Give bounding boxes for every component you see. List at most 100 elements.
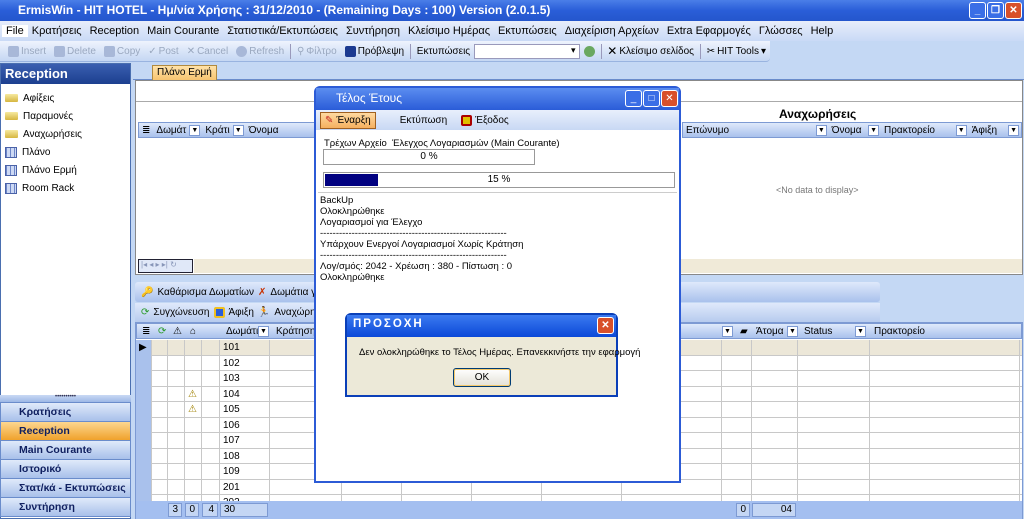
- nav-main-courante[interactable]: Main Courante: [0, 440, 131, 460]
- refresh-button[interactable]: Refresh: [232, 45, 288, 57]
- close-page-label: Κλείσιμο σελίδος: [619, 45, 694, 57]
- menu-day-close[interactable]: Κλείσιμο Ημέρας: [404, 25, 494, 37]
- upper-grid-header: ≣ Δωμάτ ▼ Κράτι ▼ Όνομα: [138, 122, 318, 138]
- cancel-button[interactable]: ✕ Cancel: [183, 46, 233, 57]
- record-navigator[interactable]: |◂ ◂ ▸ ▸| ↻: [138, 259, 193, 273]
- menu-prints[interactable]: Εκτυπώσεις: [494, 25, 561, 37]
- menu-file-management[interactable]: Διαχείριση Αρχείων: [561, 25, 663, 37]
- column-header[interactable]: Άτομα: [753, 326, 787, 337]
- close-page-button[interactable]: ✕ Κλείσιμο σελίδος: [603, 44, 698, 58]
- total-progress-bar: 15 %: [323, 172, 675, 188]
- post-button[interactable]: ✓ Post: [144, 46, 182, 57]
- cancel-label: Cancel: [197, 45, 229, 57]
- tools-icon: ✂: [706, 45, 716, 57]
- filter-button[interactable]: ⚲ Φίλτρο: [293, 46, 341, 57]
- arrival-button[interactable]: Άφιξη: [229, 307, 254, 318]
- column-header[interactable]: Κράτι: [202, 125, 232, 136]
- cell: [752, 402, 798, 418]
- minimize-button[interactable]: _: [625, 90, 642, 107]
- ok-button[interactable]: OK: [453, 368, 511, 387]
- sidebar-item-plan-ermis[interactable]: Πλάνο Ερμή: [1, 161, 130, 179]
- menu-help[interactable]: Help: [807, 25, 838, 37]
- menu-reservations[interactable]: Κρατήσεις: [28, 25, 86, 37]
- column-header[interactable]: Κράτηση: [273, 326, 318, 337]
- progress-fill: [325, 174, 378, 186]
- clean-rooms-button[interactable]: Καθάρισμα Δωματίων: [157, 287, 254, 298]
- hit-tools-button[interactable]: ✂ HIT Tools ▾: [703, 46, 770, 57]
- delete-button[interactable]: Delete: [50, 45, 100, 57]
- footer-count: 0: [736, 503, 750, 517]
- print-go-button[interactable]: [580, 45, 599, 57]
- copy-icon: [103, 45, 115, 57]
- column-header[interactable]: Πρακτορείο: [871, 326, 928, 337]
- chevron-down-icon[interactable]: ▼: [722, 325, 733, 337]
- nav-reception[interactable]: Reception: [0, 421, 131, 441]
- start-button[interactable]: ✎ Έναρξη: [320, 111, 376, 129]
- menu-main-courante[interactable]: Main Courante: [143, 25, 223, 37]
- prints-select[interactable]: [474, 43, 580, 59]
- hit-tools-label: HIT Tools: [717, 45, 759, 57]
- row-indicator: [136, 386, 152, 402]
- sidebar-splitter[interactable]: ••••••••••: [0, 394, 131, 402]
- print-button[interactable]: Εκτύπωση: [396, 113, 451, 128]
- row-indicator: ▶: [136, 340, 152, 356]
- nav-statistics[interactable]: Στατ/κά - Εκτυπώσεις: [0, 478, 131, 498]
- column-header[interactable]: Status: [801, 326, 835, 337]
- menu-file[interactable]: File: [2, 25, 28, 37]
- cleaner-icon: ⚠: [185, 386, 202, 402]
- cell: [870, 386, 1020, 402]
- nav-maintenance[interactable]: Συντήρηση: [0, 497, 131, 517]
- chevron-down-icon[interactable]: ▼: [787, 325, 798, 337]
- cell: [152, 355, 168, 371]
- chevron-down-icon[interactable]: ▼: [855, 325, 866, 337]
- close-button[interactable]: ✕: [661, 90, 678, 107]
- menu-maintenance[interactable]: Συντήρηση: [342, 25, 404, 37]
- sidebar-item-arrivals[interactable]: Αφίξεις: [1, 89, 130, 107]
- current-file-label: Τρέχων Αρχείο: [324, 138, 387, 149]
- chevron-down-icon[interactable]: ▼: [868, 124, 879, 136]
- close-button[interactable]: ✕: [1005, 2, 1022, 19]
- menu-languages[interactable]: Γλώσσες: [755, 25, 807, 37]
- chevron-down-icon[interactable]: ▼: [1008, 124, 1019, 136]
- maximize-button[interactable]: □: [643, 90, 660, 107]
- forecast-button[interactable]: Πρόβλεψη: [341, 45, 408, 57]
- prints-label: Εκτυπώσεις: [416, 45, 471, 57]
- exit-button[interactable]: Έξοδος: [457, 113, 513, 128]
- chevron-down-icon[interactable]: ▼: [189, 124, 201, 136]
- menu-extra[interactable]: Extra Εφαρμογές: [663, 25, 755, 37]
- sidebar-item-room-rack[interactable]: Room Rack: [1, 179, 130, 197]
- column-header[interactable]: Επώνυμο: [683, 125, 816, 136]
- column-header[interactable]: Όνομα: [246, 125, 282, 136]
- nav-history[interactable]: Ιστορικό: [0, 459, 131, 479]
- cell: [168, 479, 185, 495]
- menu-reception[interactable]: Reception: [86, 25, 144, 37]
- column-header[interactable]: Όνομα: [829, 125, 868, 136]
- sidebar-item-plan[interactable]: Πλάνο: [1, 143, 130, 161]
- chevron-down-icon[interactable]: ▼: [955, 124, 967, 136]
- maximize-button[interactable]: ❐: [987, 2, 1004, 19]
- column-header[interactable]: Δωμάτ: [153, 125, 189, 136]
- menu-statistics[interactable]: Στατιστικά/Εκτυπώσεις: [223, 25, 342, 37]
- start-icon: ✎: [325, 114, 334, 126]
- nav-reservations[interactable]: Κρατήσεις: [0, 402, 131, 422]
- log-line: ----------------------------------------…: [320, 228, 507, 239]
- sidebar-item-label: Room Rack: [22, 182, 75, 194]
- column-header[interactable]: Πρακτορείο: [881, 125, 956, 136]
- sidebar-item-departures[interactable]: Αναχωρήσεις: [1, 125, 130, 143]
- column-header[interactable]: Άφιξη: [969, 125, 1008, 136]
- copy-button[interactable]: Copy: [100, 45, 144, 57]
- chevron-down-icon[interactable]: ▼: [232, 124, 244, 136]
- log-line: ----------------------------------------…: [320, 250, 507, 261]
- tab-plan-ermis[interactable]: Πλάνο Ερμή: [152, 65, 217, 81]
- chevron-down-icon[interactable]: ▼: [815, 124, 827, 136]
- cell: [202, 417, 220, 433]
- insert-button[interactable]: Insert: [4, 45, 50, 57]
- sidebar-item-stays[interactable]: Παραμονές: [1, 107, 130, 125]
- minimize-button[interactable]: _: [969, 2, 986, 19]
- merge-button[interactable]: Συγχώνευση: [153, 307, 209, 318]
- arrival-icon: [213, 307, 225, 318]
- close-button[interactable]: ✕: [597, 317, 614, 334]
- chevron-down-icon[interactable]: ▼: [258, 325, 269, 337]
- row-indicator: [136, 464, 152, 480]
- cell: [722, 371, 752, 387]
